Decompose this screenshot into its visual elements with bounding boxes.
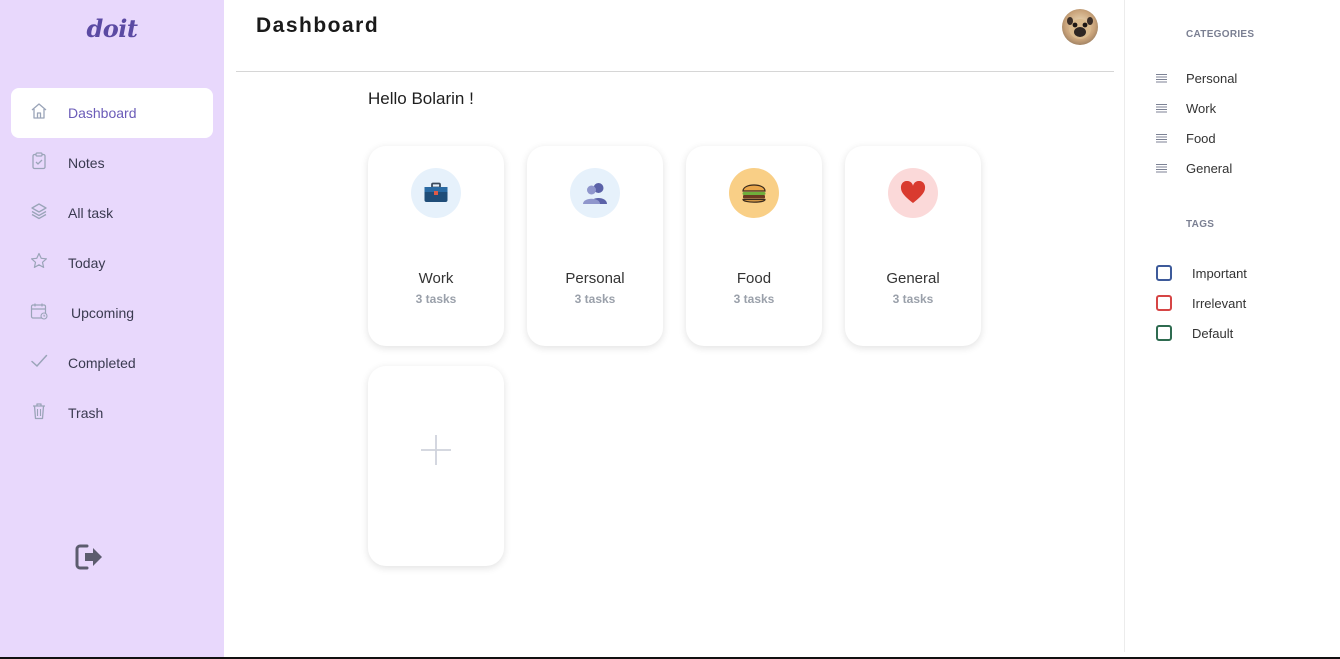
card-task-count: 3 tasks xyxy=(574,292,616,306)
card-title: Food xyxy=(736,270,772,287)
card-title: Work xyxy=(418,270,454,287)
burger-icon xyxy=(742,184,766,203)
tag-checkbox[interactable] xyxy=(1156,295,1172,311)
card-icon-bg xyxy=(729,168,779,218)
sidebar-item-label: Dashboard xyxy=(68,105,137,121)
card-task-count: 3 tasks xyxy=(733,292,775,306)
calendar-icon xyxy=(30,303,48,320)
page-title: Dashboard xyxy=(256,14,380,37)
category-label: Personal xyxy=(1186,70,1238,86)
category-item-personal[interactable]: Personal xyxy=(1156,68,1237,88)
sidebar-item-label: Trash xyxy=(68,405,104,421)
home-icon xyxy=(31,103,47,119)
tag-checkbox[interactable] xyxy=(1156,265,1172,281)
card-icon-bg xyxy=(888,168,938,218)
card-icon-bg xyxy=(411,168,461,218)
star-icon xyxy=(31,252,47,268)
tag-item-important[interactable]: Important xyxy=(1156,263,1247,283)
card-task-count: 3 tasks xyxy=(892,292,934,306)
list-icon xyxy=(1156,134,1167,143)
tag-label: Important xyxy=(1192,265,1247,281)
sidebar-item-dashboard[interactable]: Dashboard xyxy=(11,88,213,138)
avatar-image xyxy=(1067,17,1093,39)
sidebar-item-label: All task xyxy=(68,205,114,221)
sidebar-item-today[interactable]: Today xyxy=(11,238,213,288)
logout-icon[interactable] xyxy=(74,543,106,571)
app-logo[interactable]: doit xyxy=(0,14,224,43)
card-title: General xyxy=(886,270,940,287)
card-task-count: 3 tasks xyxy=(415,292,457,306)
list-icon xyxy=(1156,164,1167,173)
sidebar-item-label: Completed xyxy=(68,355,136,371)
header-divider xyxy=(236,71,1114,72)
category-item-work[interactable]: Work xyxy=(1156,98,1216,118)
categories-heading: CATEGORIES xyxy=(1186,29,1255,40)
category-card-work[interactable]: Work 3 tasks xyxy=(368,146,504,346)
briefcase-icon xyxy=(424,182,448,202)
category-item-food[interactable]: Food xyxy=(1156,128,1216,148)
sidebar-item-all-task[interactable]: All task xyxy=(11,188,213,238)
layers-icon xyxy=(31,203,47,220)
clipboard-icon xyxy=(32,152,46,170)
tag-label: Irrelevant xyxy=(1192,295,1247,311)
check-icon xyxy=(31,354,48,368)
sidebar-item-completed[interactable]: Completed xyxy=(11,338,213,388)
sidebar-item-label: Upcoming xyxy=(71,305,135,321)
sidebar-item-label: Notes xyxy=(68,155,105,171)
category-label: Food xyxy=(1186,130,1216,146)
category-card-personal[interactable]: Personal 3 tasks xyxy=(527,146,663,346)
sidebar-item-trash[interactable]: Trash xyxy=(11,388,213,438)
list-icon xyxy=(1156,74,1167,83)
category-label: Work xyxy=(1186,100,1217,116)
tag-item-irrelevant[interactable]: Irrelevant xyxy=(1156,293,1246,313)
sidebar-item-label: Today xyxy=(68,255,106,271)
sidebar: doit Dashboard Notes All task Today Upco… xyxy=(0,0,224,657)
sidebar-item-notes[interactable]: Notes xyxy=(11,138,213,188)
category-label: General xyxy=(1186,160,1233,176)
greeting: Hello Bolarin ! xyxy=(368,89,474,108)
sidebar-item-upcoming[interactable]: Upcoming xyxy=(11,288,213,338)
trash-icon xyxy=(33,403,45,420)
list-icon xyxy=(1156,104,1167,113)
tag-checkbox[interactable] xyxy=(1156,325,1172,341)
tag-label: Default xyxy=(1192,325,1234,341)
category-card-food[interactable]: Food 3 tasks xyxy=(686,146,822,346)
tag-item-default[interactable]: Default xyxy=(1156,323,1233,343)
avatar[interactable] xyxy=(1062,9,1098,45)
heart-icon xyxy=(900,181,926,203)
card-title: Personal xyxy=(565,270,625,287)
category-item-general[interactable]: General xyxy=(1156,158,1232,178)
people-icon xyxy=(583,183,607,204)
plus-icon xyxy=(421,435,451,465)
right-panel-divider xyxy=(1124,0,1125,652)
card-icon-bg xyxy=(570,168,620,218)
category-card-general[interactable]: General 3 tasks xyxy=(845,146,981,346)
add-category-card[interactable] xyxy=(368,366,504,566)
tags-heading: TAGS xyxy=(1186,219,1215,230)
